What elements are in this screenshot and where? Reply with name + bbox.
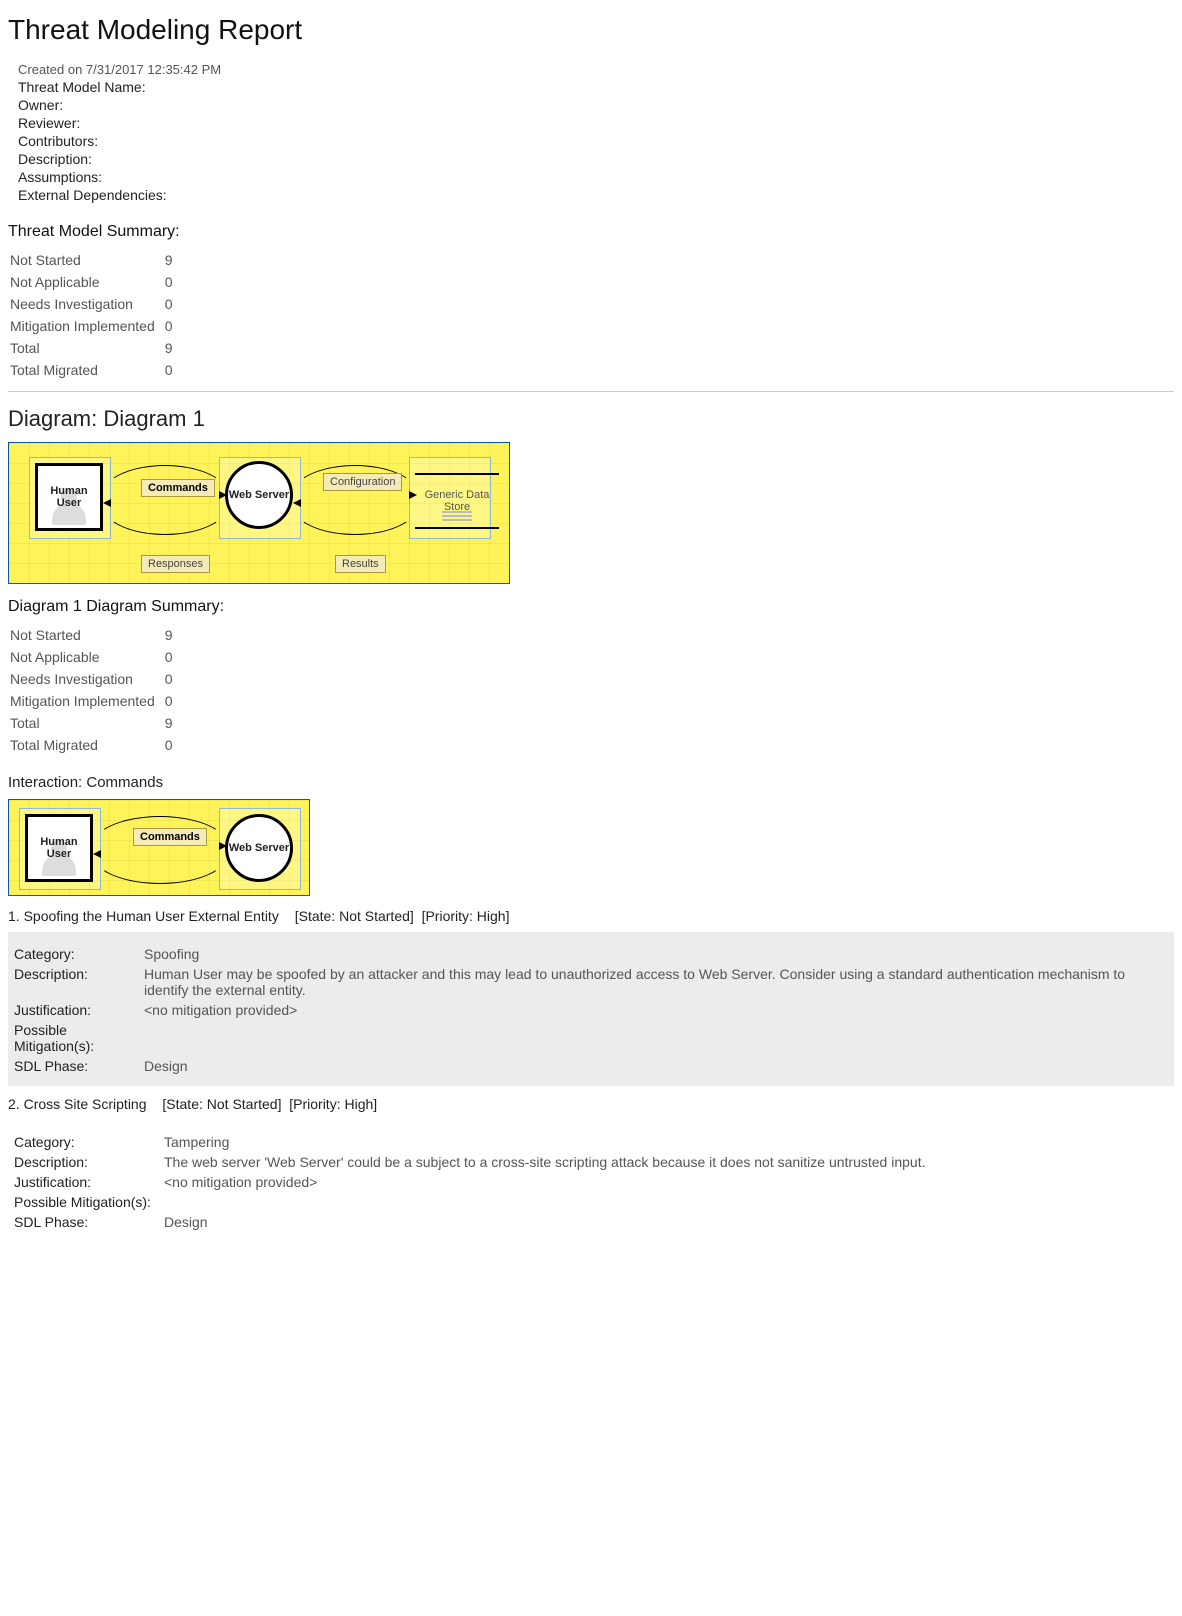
flow-label-responses: Responses: [141, 555, 210, 573]
summary-heading: Threat Model Summary:: [8, 223, 1174, 241]
flow-label-commands: Commands: [133, 828, 207, 846]
summary-table: Not Started9 Not Applicable0 Needs Inves…: [8, 249, 181, 381]
arrowhead-icon: [103, 499, 111, 507]
meta-contributors: Contributors:: [18, 133, 1174, 149]
created-timestamp: Created on 7/31/2017 12:35:42 PM: [18, 62, 1174, 77]
node-human-user: Human User: [25, 814, 93, 882]
table-row: Total Migrated0: [8, 734, 181, 756]
threat-heading: 2. Cross Site Scripting [State: Not Star…: [8, 1096, 1174, 1112]
diagram-canvas-1: Human User Web Server Generic Data Store…: [8, 442, 510, 584]
arrowhead-icon: [93, 850, 101, 858]
meta-ext-deps: External Dependencies:: [18, 187, 1174, 203]
table-row: Needs Investigation0: [8, 293, 181, 315]
diagram-canvas-2: Human User Web Server Commands: [8, 799, 310, 896]
flow-label-configuration: Configuration: [323, 473, 402, 491]
node-data-store: Generic Data Store: [415, 473, 499, 529]
threat-block: Category:Tampering Description:The web s…: [8, 1120, 1174, 1242]
node-web-server: Web Server: [225, 461, 293, 529]
arrowhead-icon: [293, 499, 301, 507]
meta-model-name: Threat Model Name:: [18, 79, 1174, 95]
meta-description: Description:: [18, 151, 1174, 167]
node-web-server: Web Server: [225, 814, 293, 882]
interaction-heading: Interaction: Commands: [8, 774, 1174, 791]
table-row: Needs Investigation0: [8, 668, 181, 690]
threat-heading: 1. Spoofing the Human User External Enti…: [8, 908, 1174, 924]
meta-owner: Owner:: [18, 97, 1174, 113]
divider: [8, 391, 1174, 392]
table-row: Total Migrated0: [8, 359, 181, 381]
table-row: Not Started9: [8, 624, 181, 646]
table-row: Mitigation Implemented0: [8, 315, 181, 337]
flow-label-results: Results: [335, 555, 386, 573]
threat-block: Category:Spoofing Description:Human User…: [8, 932, 1174, 1086]
flow-label-commands: Commands: [141, 479, 215, 497]
diagram-heading: Diagram: Diagram 1: [8, 406, 1174, 432]
table-row: Total9: [8, 712, 181, 734]
diagram-summary-table: Not Started9 Not Applicable0 Needs Inves…: [8, 624, 181, 756]
diagram-summary-heading: Diagram 1 Diagram Summary:: [8, 598, 1174, 616]
table-row: Total9: [8, 337, 181, 359]
table-row: Not Applicable0: [8, 646, 181, 668]
node-human-user: Human User: [35, 463, 103, 531]
meta-reviewer: Reviewer:: [18, 115, 1174, 131]
meta-assumptions: Assumptions:: [18, 169, 1174, 185]
table-row: Not Applicable0: [8, 271, 181, 293]
table-row: Mitigation Implemented0: [8, 690, 181, 712]
table-row: Not Started9: [8, 249, 181, 271]
meta-list: Threat Model Name: Owner: Reviewer: Cont…: [18, 79, 1174, 203]
page-title: Threat Modeling Report: [8, 14, 1174, 46]
